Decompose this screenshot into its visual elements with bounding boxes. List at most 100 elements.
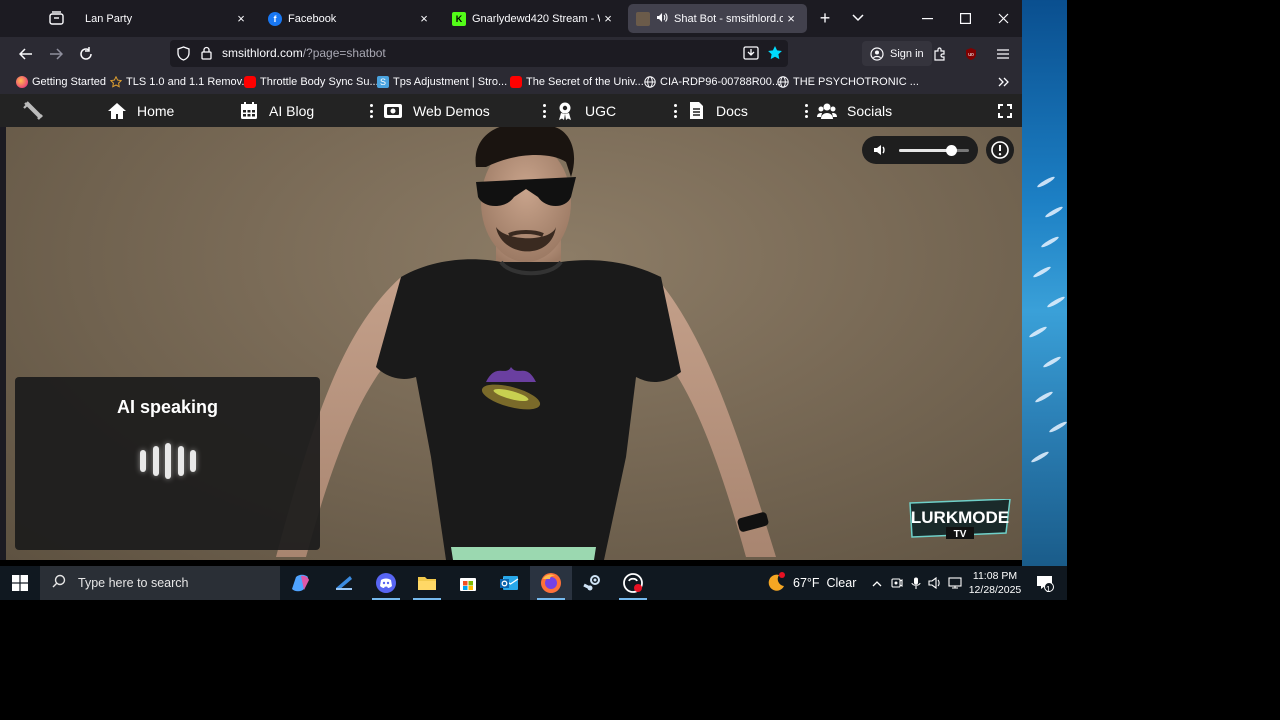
close-icon[interactable]: ×: [416, 11, 432, 26]
minimize-icon[interactable]: [908, 0, 946, 37]
bookmark-cia-rdp[interactable]: CIA-RDP96-00788R00...: [644, 74, 781, 90]
kebab-menu-icon[interactable]: [369, 104, 373, 118]
nav-ai-blog[interactable]: AI Blog: [239, 94, 314, 127]
lock-icon[interactable]: [201, 46, 212, 65]
maximize-icon[interactable]: [946, 0, 984, 37]
shield-icon[interactable]: [177, 46, 190, 66]
bookmark-psychotronic[interactable]: THE PSYCHOTRONIC ...: [777, 74, 919, 90]
tab-facebook[interactable]: f Facebook ×: [260, 4, 440, 33]
sign-in-button[interactable]: Sign in: [862, 41, 932, 66]
fullscreen-icon[interactable]: [998, 94, 1012, 127]
users-group-icon: [817, 101, 837, 121]
bookmark-label: THE PSYCHOTRONIC ...: [793, 76, 919, 88]
reload-icon[interactable]: [72, 41, 100, 67]
bookmark-star-icon[interactable]: [767, 45, 783, 66]
tab-title: Shat Bot - smsithlord.com: [674, 12, 783, 25]
info-alert-button[interactable]: [986, 136, 1014, 164]
outlook-mail-icon[interactable]: [488, 566, 530, 600]
save-to-pocket-icon[interactable]: [743, 46, 759, 65]
nav-ugc[interactable]: UGC: [555, 94, 616, 127]
kebab-menu-icon[interactable]: [804, 104, 808, 118]
weather-widget[interactable]: 67°F Clear: [766, 566, 856, 600]
nav-label: Home: [137, 102, 175, 119]
tab-title: Gnarlydewd420 Stream - Watc: [472, 12, 600, 25]
nav-home[interactable]: Home: [107, 94, 174, 127]
bookmark-tps-adjustment[interactable]: S Tps Adjustment | Stro...: [377, 74, 507, 90]
document-icon: [686, 101, 706, 121]
calendar-icon: [239, 101, 259, 121]
extensions-puzzle-icon[interactable]: [926, 41, 954, 67]
close-icon[interactable]: ×: [233, 11, 249, 26]
show-hidden-icons-chevron-icon[interactable]: [868, 566, 886, 600]
steam-icon[interactable]: [571, 566, 613, 600]
copilot-icon[interactable]: [281, 566, 323, 600]
taskbar: Type here to search 67°F Clear 11:08 PM …: [0, 566, 1067, 600]
file-explorer-icon[interactable]: [406, 566, 448, 600]
forward-arrow-icon[interactable]: [42, 41, 70, 67]
site-logo-icon[interactable]: [22, 94, 44, 127]
firefox-taskbar-icon[interactable]: [530, 566, 572, 600]
nav-label: Docs: [716, 102, 748, 119]
kebab-menu-icon[interactable]: [673, 104, 677, 118]
clock-date: 12/28/2025: [968, 584, 1022, 596]
clock-time: 11:08 PM: [972, 570, 1018, 582]
close-window-icon[interactable]: [984, 0, 1022, 37]
hamburger-menu-icon[interactable]: [989, 41, 1017, 67]
user-badge-icon: [555, 101, 575, 121]
nav-socials[interactable]: Socials: [817, 94, 892, 127]
remote-desktop-icon[interactable]: [323, 566, 365, 600]
globe-icon: [777, 76, 789, 88]
tab-title: Facebook: [288, 12, 337, 25]
globe-icon: [644, 76, 656, 88]
bookmarks-overflow-chevron-icon[interactable]: [998, 74, 1010, 90]
bookmark-label: Throttle Body Sync Su...: [260, 76, 379, 88]
s-logo-icon: S: [377, 76, 389, 88]
volume-slider-thumb[interactable]: [946, 145, 957, 156]
clock[interactable]: 11:08 PM 12/28/2025: [962, 569, 1028, 597]
close-icon[interactable]: ×: [600, 11, 616, 26]
speaker-icon[interactable]: [656, 12, 668, 26]
microsoft-store-icon[interactable]: [447, 566, 489, 600]
url-text[interactable]: smsithlord.com/?page=shatbot: [222, 46, 386, 60]
tab-lan-party[interactable]: Lan Party ×: [77, 4, 257, 33]
tab-kick-stream[interactable]: K Gnarlydewd420 Stream - Watc ×: [444, 4, 624, 33]
youtube-icon: [510, 76, 522, 88]
bookmark-label: The Secret of the Univ...: [526, 76, 644, 88]
url-path: /?page=shatbot: [302, 46, 386, 60]
bookmarks-bar: Getting Started TLS 1.0 and 1.1 Remov...…: [0, 70, 1022, 94]
screen: Lan Party × f Facebook × K Gnarlydewd420…: [0, 0, 1280, 720]
star-outline-icon: [109, 75, 123, 88]
meet-now-camera-icon[interactable]: [888, 566, 906, 600]
obs-recording-icon[interactable]: [612, 566, 654, 600]
new-tab-plus-icon[interactable]: +: [811, 5, 839, 31]
nav-web-demos[interactable]: Web Demos: [383, 94, 490, 127]
url-host: smsithlord.com: [222, 46, 303, 60]
bookmark-tls[interactable]: TLS 1.0 and 1.1 Remov...: [109, 74, 251, 90]
tab-overview-icon[interactable]: [42, 5, 70, 31]
kebab-menu-icon[interactable]: [542, 104, 546, 118]
volume-slider[interactable]: [899, 145, 969, 156]
video-icon: [383, 101, 403, 121]
lurkmode-tv-logo: LURKMODE TV: [909, 499, 1011, 540]
bookmark-getting-started[interactable]: Getting Started: [16, 74, 106, 90]
speaker-volume-icon[interactable]: [926, 566, 944, 600]
ublock-origin-icon[interactable]: uo: [957, 41, 985, 67]
microphone-icon[interactable]: [907, 566, 925, 600]
notification-center-icon[interactable]: 1: [1030, 566, 1060, 600]
windows-start-icon[interactable]: [0, 566, 40, 600]
list-tabs-chevron-icon[interactable]: [844, 5, 872, 31]
nav-docs[interactable]: Docs: [686, 94, 748, 127]
taskbar-search-box[interactable]: Type here to search: [40, 566, 280, 600]
tab-shat-bot[interactable]: Shat Bot - smsithlord.com ×: [628, 4, 807, 33]
close-icon[interactable]: ×: [783, 11, 799, 26]
bookmark-label: Getting Started: [32, 76, 106, 88]
back-arrow-icon[interactable]: [12, 41, 40, 67]
site-nav: Home AI Blog Web Demos UGC Docs Socials: [0, 94, 1022, 127]
logo-text-top: LURKMODE: [911, 508, 1009, 527]
volume-icon[interactable]: [873, 143, 887, 162]
discord-icon[interactable]: [365, 566, 407, 600]
bookmark-secret-universe[interactable]: The Secret of the Univ...: [510, 74, 644, 90]
avatar-stage[interactable]: AI speaking LURKMODE TV: [6, 127, 1022, 560]
bookmark-throttle-body[interactable]: Throttle Body Sync Su...: [244, 74, 379, 90]
url-bar[interactable]: smsithlord.com/?page=shatbot: [170, 40, 788, 67]
